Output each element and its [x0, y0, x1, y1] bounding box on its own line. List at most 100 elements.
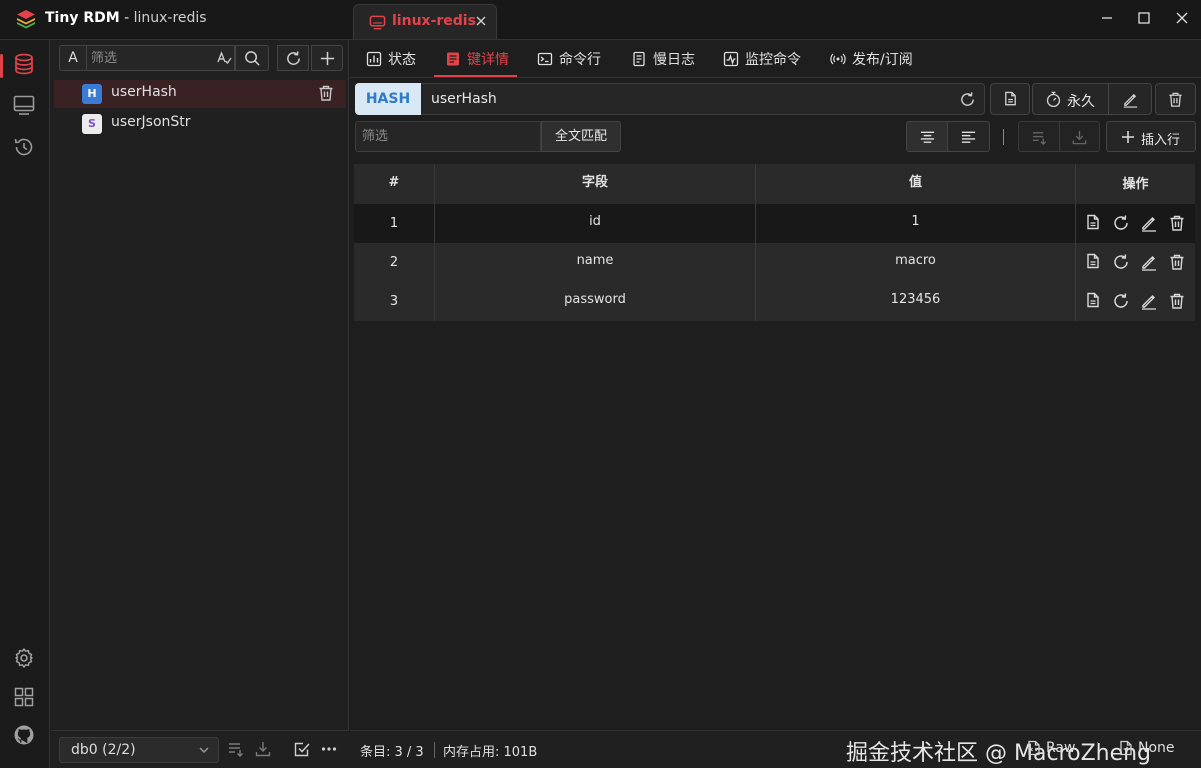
pubsub-icon	[830, 53, 846, 65]
minimize-icon[interactable]	[1099, 10, 1115, 26]
table-row[interactable]: 3 password 123456	[354, 282, 1195, 321]
tab-monitor[interactable]: 监控命令	[723, 40, 801, 78]
value-filter-bar: 全文匹配 插入	[355, 121, 1201, 152]
tab-cli-label: 命令行	[559, 52, 601, 68]
key-item-userJsonStr[interactable]: S userJsonStr	[54, 110, 346, 138]
tab-status-label: 状态	[388, 52, 416, 68]
key-type-hash-badge: H	[82, 84, 102, 104]
refresh-icon	[286, 51, 300, 65]
toolbar-divider	[1003, 129, 1004, 145]
table-row[interactable]: 2 name macro	[354, 243, 1195, 282]
memory-usage: 内存占用: 101B	[443, 745, 538, 760]
key-type-badge: HASH	[355, 83, 421, 115]
edit-pencil-icon	[1123, 93, 1138, 108]
trash-icon[interactable]	[317, 84, 335, 102]
search-button[interactable]	[235, 45, 269, 71]
row-actions	[1084, 292, 1190, 312]
load-more-icon	[1032, 132, 1046, 146]
column-header-field[interactable]: 字段	[435, 164, 755, 204]
copy-key-button[interactable]	[990, 83, 1030, 115]
server-monitor-icon[interactable]	[12, 93, 36, 117]
view-format-button[interactable]: Raw	[1026, 740, 1075, 756]
reload-icon[interactable]	[1112, 292, 1130, 310]
align-center-button[interactable]	[906, 121, 948, 152]
rename-key-button[interactable]	[1109, 84, 1152, 114]
tab-cli[interactable]: 命令行	[537, 40, 601, 78]
github-icon[interactable]	[12, 723, 36, 747]
close-icon[interactable]	[475, 15, 487, 27]
copy-icon[interactable]	[1084, 214, 1102, 232]
reload-icon[interactable]	[1112, 253, 1130, 271]
database-select[interactable]: db0 (2/2)	[59, 737, 219, 763]
key-filter-input[interactable]	[87, 45, 235, 71]
row-index: 3	[389, 294, 399, 309]
key-item-userHash[interactable]: H userHash	[54, 80, 346, 108]
detail-tab-bar: 状态 键详情 命令行 慢日志 监控命令 发布/订阅	[350, 40, 1201, 78]
load-more-icon[interactable]	[227, 740, 245, 758]
decode-format-button[interactable]: None	[1118, 740, 1175, 756]
ttl-group: 永久	[1032, 83, 1152, 115]
settings-gear-icon[interactable]	[12, 646, 36, 670]
delete-key-button[interactable]	[1155, 83, 1196, 115]
app-title: Tiny RDM - linux-redis	[45, 10, 207, 26]
key-list-panel: A H userHash	[51, 40, 349, 768]
edit-pencil-icon[interactable]	[1140, 214, 1158, 232]
watermark-text: 掘金技术社区 @ MacroZheng	[846, 741, 1152, 766]
status-icon	[366, 51, 382, 67]
decode-icon	[1120, 740, 1132, 756]
case-sensitive-icon[interactable]	[216, 50, 232, 66]
copy-icon	[1005, 91, 1016, 106]
key-filter-bar: A	[59, 45, 343, 71]
copy-icon[interactable]	[1084, 253, 1102, 271]
row-field: name	[576, 253, 614, 268]
row-value: 1	[911, 214, 920, 229]
table-row[interactable]: 1 id 1	[354, 204, 1195, 243]
connection-tab-label: linux-redis	[392, 13, 476, 29]
status-divider	[434, 742, 435, 758]
add-key-button[interactable]	[311, 45, 343, 71]
edit-pencil-icon[interactable]	[1140, 292, 1158, 310]
tab-slow-log[interactable]: 慢日志	[631, 40, 695, 78]
load-all-icon[interactable]	[254, 740, 272, 758]
tab-monitor-label: 监控命令	[745, 52, 801, 68]
trash-icon[interactable]	[1168, 214, 1186, 232]
load-more-values-button[interactable]	[1018, 121, 1060, 152]
check-mode-icon[interactable]	[293, 740, 311, 758]
refresh-icon[interactable]	[959, 91, 976, 108]
more-options-icon[interactable]	[320, 740, 338, 758]
load-all-icon	[1072, 130, 1087, 145]
align-left-button[interactable]	[948, 121, 990, 152]
full-match-button[interactable]: 全文匹配	[541, 121, 621, 152]
column-header-value[interactable]: 值	[756, 164, 1075, 204]
tab-key-detail[interactable]: 键详情	[445, 40, 509, 78]
tab-pubsub[interactable]: 发布/订阅	[830, 40, 913, 78]
entry-count: 条目: 3 / 3	[360, 745, 424, 760]
tab-pubsub-label: 发布/订阅	[852, 52, 913, 68]
ttl-button[interactable]: 永久	[1033, 84, 1108, 114]
reload-icon[interactable]	[1112, 214, 1130, 232]
connection-tab[interactable]: linux-redis	[353, 4, 497, 40]
column-divider	[1075, 243, 1076, 282]
edit-pencil-icon[interactable]	[1140, 253, 1158, 271]
load-all-values-button[interactable]	[1060, 121, 1100, 152]
trash-icon[interactable]	[1168, 253, 1186, 271]
search-icon	[244, 51, 260, 66]
value-filter-input[interactable]	[355, 121, 541, 152]
insert-row-button[interactable]: 插入行	[1106, 121, 1196, 152]
row-value: macro	[895, 253, 936, 268]
maximize-icon[interactable]	[1136, 10, 1152, 26]
key-type-filter-button[interactable]: A	[59, 45, 87, 71]
key-name-display[interactable]: userHash	[421, 83, 985, 115]
tab-status[interactable]: 状态	[366, 40, 416, 78]
history-icon[interactable]	[12, 135, 36, 159]
key-name: userHash	[111, 84, 177, 100]
title-bar: Tiny RDM - linux-redis linux-redis	[0, 0, 1201, 40]
trash-icon[interactable]	[1168, 292, 1186, 310]
database-icon[interactable]	[12, 52, 36, 76]
apps-grid-icon[interactable]	[12, 685, 36, 709]
window-close-icon[interactable]	[1174, 10, 1190, 26]
row-actions	[1084, 214, 1190, 234]
reload-keys-button[interactable]	[277, 45, 309, 71]
copy-icon[interactable]	[1084, 292, 1102, 310]
insert-row-label: 插入行	[1141, 133, 1181, 148]
